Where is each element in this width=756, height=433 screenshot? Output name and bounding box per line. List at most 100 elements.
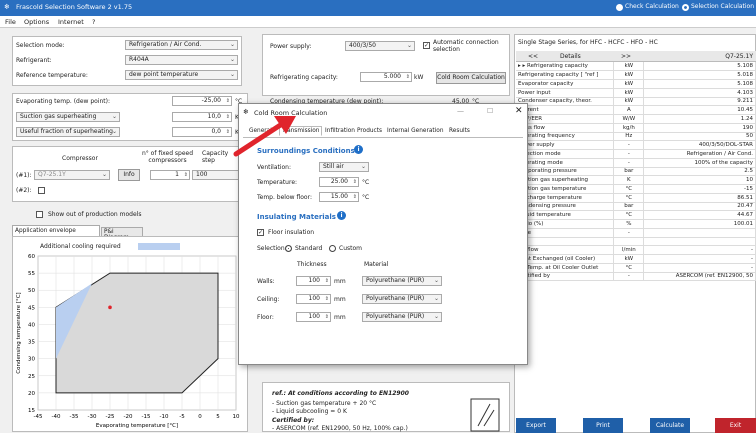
nav-prev-button[interactable]: << bbox=[528, 53, 538, 60]
selection-label: Selection: bbox=[257, 245, 287, 252]
floor-insulation-checkbox[interactable]: ✓ bbox=[257, 229, 264, 236]
tab-ph-diagram[interactable]: P&i Diagram bbox=[101, 227, 143, 241]
spinner-icon[interactable]: ⇕ bbox=[226, 97, 230, 105]
compressor1-capacity[interactable]: 100 bbox=[192, 170, 242, 180]
result-name: Mass flow bbox=[516, 123, 615, 133]
walls-label: Walls: bbox=[257, 278, 275, 285]
nav-next-button[interactable]: >> bbox=[621, 53, 631, 60]
ceiling-thickness-input[interactable]: 100 ⇕ bbox=[296, 294, 331, 304]
minimize-icon[interactable]: — bbox=[457, 107, 464, 115]
spinner-icon[interactable]: ⇕ bbox=[353, 178, 357, 186]
tab-internal-generation[interactable]: Internal Generation bbox=[387, 128, 444, 134]
result-name: Oil Temp. at Oil Cooler Outlet bbox=[516, 263, 615, 273]
evap-temp-input[interactable]: -25,00 ⇕ bbox=[172, 96, 232, 106]
result-name: Note bbox=[516, 228, 615, 238]
x-tick-label: -15 bbox=[142, 414, 151, 420]
spinner-icon[interactable]: ⇕ bbox=[325, 313, 329, 321]
result-unit: - bbox=[613, 140, 645, 150]
print-button[interactable]: Print bbox=[583, 418, 623, 433]
compressor1-label: (#1): bbox=[16, 172, 32, 179]
temp-below-value: 15.00 bbox=[330, 193, 348, 200]
floor-thickness-input[interactable]: 100 ⇕ bbox=[296, 312, 331, 322]
tab-products[interactable]: Products bbox=[357, 128, 382, 134]
show-out-checkbox[interactable] bbox=[36, 211, 43, 218]
nav-details-button[interactable]: Details bbox=[560, 53, 581, 60]
menu-options[interactable]: Options bbox=[24, 18, 49, 26]
reference-temp-select[interactable]: dew point temperature ⌄ bbox=[125, 70, 238, 80]
tab-results[interactable]: Results bbox=[449, 128, 470, 134]
export-button[interactable]: Export bbox=[516, 418, 556, 433]
spinner-icon[interactable]: ⇕ bbox=[325, 277, 329, 285]
spinner-icon[interactable]: ⇕ bbox=[406, 73, 410, 81]
menu-help[interactable]: ? bbox=[92, 18, 95, 26]
auto-connection-checkbox[interactable]: ✓ bbox=[423, 42, 430, 49]
temperature-label: Temperature: bbox=[257, 179, 298, 186]
refrigerant-select[interactable]: R404A ⌄ bbox=[125, 55, 238, 65]
result-unit: kg/h bbox=[613, 123, 645, 133]
result-name bbox=[516, 237, 615, 247]
result-row: Condensing pressure bar 20.47 bbox=[516, 202, 756, 212]
refrigerant-value: R404A bbox=[129, 56, 149, 63]
suction-sh-input[interactable]: 10,0 ⇕ bbox=[172, 112, 232, 122]
suction-sh-select[interactable]: Suction gas superheating ⌄ bbox=[16, 112, 120, 122]
envelope-chart: -45 -40 -35 -30 -25 -20 -15 -10 -5 0 5 10 15 20 25 30 35… bbox=[16, 254, 240, 429]
result-unit: l/min bbox=[613, 245, 645, 255]
selection-calc-label: Selection Calculation bbox=[691, 3, 755, 10]
power-supply-select[interactable]: 400/3/50 ⌄ bbox=[345, 41, 415, 51]
exit-button[interactable]: Exit bbox=[715, 418, 756, 433]
y-tick-label: 35 bbox=[28, 340, 35, 346]
custom-radio[interactable] bbox=[329, 245, 336, 252]
useful-sh-select[interactable]: Useful fraction of superheating ⌄ bbox=[16, 127, 120, 137]
temp-below-input[interactable]: 15.00 ⇕ bbox=[319, 192, 359, 202]
walls-material-select[interactable]: Polyurethane (PUR) ⌄ bbox=[362, 276, 442, 286]
suction-sh-label: Suction gas superheating bbox=[20, 113, 97, 120]
y-tick-label: 40 bbox=[28, 322, 35, 328]
selection-calc-radio[interactable] bbox=[682, 4, 689, 11]
compressor1-select[interactable]: Q7-25.1Y ⌄ bbox=[34, 170, 110, 180]
ceiling-unit: mm bbox=[334, 296, 346, 303]
compressor1-value: Q7-25.1Y bbox=[38, 171, 66, 178]
tab-infiltration[interactable]: Infiltration bbox=[325, 128, 355, 134]
temperature-input[interactable]: 25.00 ⇕ bbox=[319, 177, 359, 187]
standard-radio[interactable] bbox=[285, 245, 292, 252]
check-calc-radio[interactable] bbox=[616, 4, 623, 11]
compressor2-checkbox[interactable] bbox=[38, 187, 45, 194]
note-line-2: - Liquid subcooling = 0 K bbox=[272, 408, 347, 415]
result-name: Liquid temperature bbox=[516, 210, 615, 220]
selection-mode-select[interactable]: Refrigeration / Air Cond. ⌄ bbox=[125, 40, 238, 50]
info-icon[interactable]: i bbox=[354, 145, 363, 154]
close-icon[interactable]: ✕ bbox=[515, 106, 523, 116]
result-unit: °C bbox=[613, 193, 645, 203]
spinner-icon[interactable]: ⇕ bbox=[184, 171, 188, 179]
floor-material-select[interactable]: Polyurethane (PUR) ⌄ bbox=[362, 312, 442, 322]
ventilation-select[interactable]: Still air ⌄ bbox=[319, 162, 369, 172]
chevron-down-icon: ⌄ bbox=[433, 295, 439, 302]
power-supply-value: 400/3/50 bbox=[349, 42, 376, 49]
result-unit: °C bbox=[613, 184, 645, 194]
refrig-cap-input[interactable]: 5.000 ⇕ bbox=[360, 72, 412, 82]
result-value: 4.103 bbox=[643, 88, 756, 98]
cold-room-calc-button[interactable]: Cold Room Calculation bbox=[436, 72, 506, 84]
floor-label: Floor: bbox=[257, 314, 274, 321]
result-value: 5.108 bbox=[643, 62, 756, 72]
result-row: Power input kW 4.103 bbox=[516, 88, 756, 98]
show-out-label: Show out of production models bbox=[48, 211, 142, 218]
menu-internet[interactable]: Internet bbox=[58, 18, 84, 26]
maximize-icon[interactable]: ☐ bbox=[487, 107, 493, 115]
info-button[interactable]: Info bbox=[118, 169, 140, 181]
result-row: COP/EER W/W 1.24 bbox=[516, 114, 756, 124]
chevron-down-icon: ⌄ bbox=[229, 56, 235, 63]
tab-envelope[interactable]: Application envelope bbox=[12, 225, 100, 236]
spinner-icon[interactable]: ⇕ bbox=[353, 193, 357, 201]
menu-file[interactable]: File bbox=[5, 18, 16, 26]
compressor1-count[interactable]: 1 ⇕ bbox=[150, 170, 190, 180]
floor-material-value: Polyurethane (PUR) bbox=[366, 313, 425, 320]
ventilation-label: Ventilation: bbox=[257, 164, 292, 171]
calculate-button[interactable]: Calculate bbox=[650, 418, 690, 433]
result-row: Note- bbox=[516, 228, 756, 238]
useful-sh-input[interactable]: 0,0 ⇕ bbox=[172, 127, 232, 137]
ceiling-material-select[interactable]: Polyurethane (PUR) ⌄ bbox=[362, 294, 442, 304]
info-icon[interactable]: i bbox=[337, 211, 346, 220]
spinner-icon[interactable]: ⇕ bbox=[325, 295, 329, 303]
walls-thickness-input[interactable]: 100 ⇕ bbox=[296, 276, 331, 286]
